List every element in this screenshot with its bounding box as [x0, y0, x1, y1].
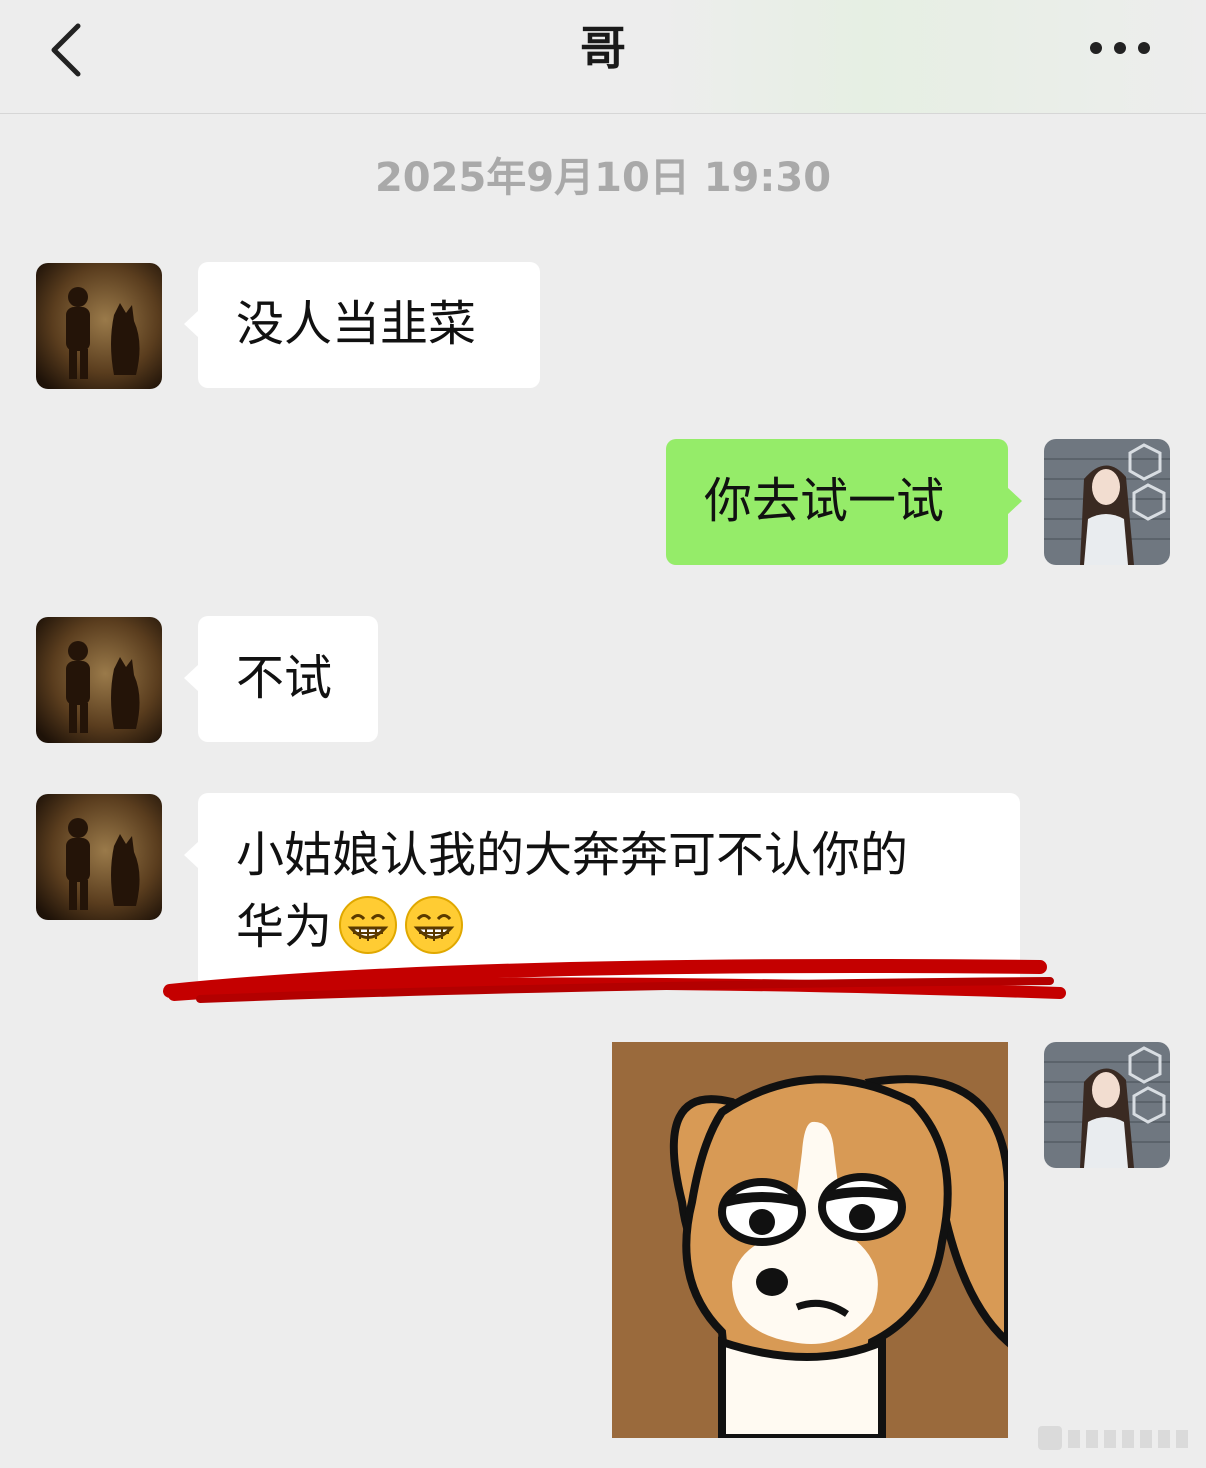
my-avatar[interactable]	[1044, 1042, 1170, 1168]
message-text-line: 小姑娘认我的大奔奔可不认你的	[236, 827, 909, 883]
message-text: 没人当韭菜	[236, 296, 477, 352]
grinning-teeth-emoji	[339, 896, 398, 954]
cartoon-dog-sticker[interactable]	[612, 1042, 1012, 1442]
message-timestamp: 2025年9月10日 19:30	[374, 155, 832, 201]
message-text: 不试	[236, 650, 333, 706]
chat-header: 哥	[0, 0, 1206, 114]
chat-title: 哥	[580, 21, 626, 75]
red-underline-annotation	[163, 959, 1066, 1003]
my-avatar[interactable]	[1044, 439, 1170, 565]
message-text-line: 华为	[236, 891, 982, 963]
message-text: 你去试一试	[704, 473, 945, 529]
contact-avatar[interactable]	[36, 617, 162, 743]
outgoing-message-bubble[interactable]: 你去试一试	[666, 439, 1022, 565]
incoming-message-bubble[interactable]: 不试	[184, 616, 378, 742]
more-dots-icon	[1090, 42, 1150, 54]
grinning-teeth-emoji	[405, 896, 464, 954]
contact-avatar[interactable]	[36, 794, 162, 920]
message-text: 华为	[236, 899, 333, 955]
chat-screen: 哥 2025年9月10日 19:30 没人当韭菜 你去试一试 不试 小姑娘认我的…	[0, 0, 1206, 1468]
watermark-graphic	[1038, 1426, 1188, 1450]
incoming-message-bubble[interactable]: 没人当韭菜	[184, 262, 540, 388]
contact-avatar[interactable]	[36, 263, 162, 389]
more-options-button[interactable]	[1086, 30, 1154, 66]
